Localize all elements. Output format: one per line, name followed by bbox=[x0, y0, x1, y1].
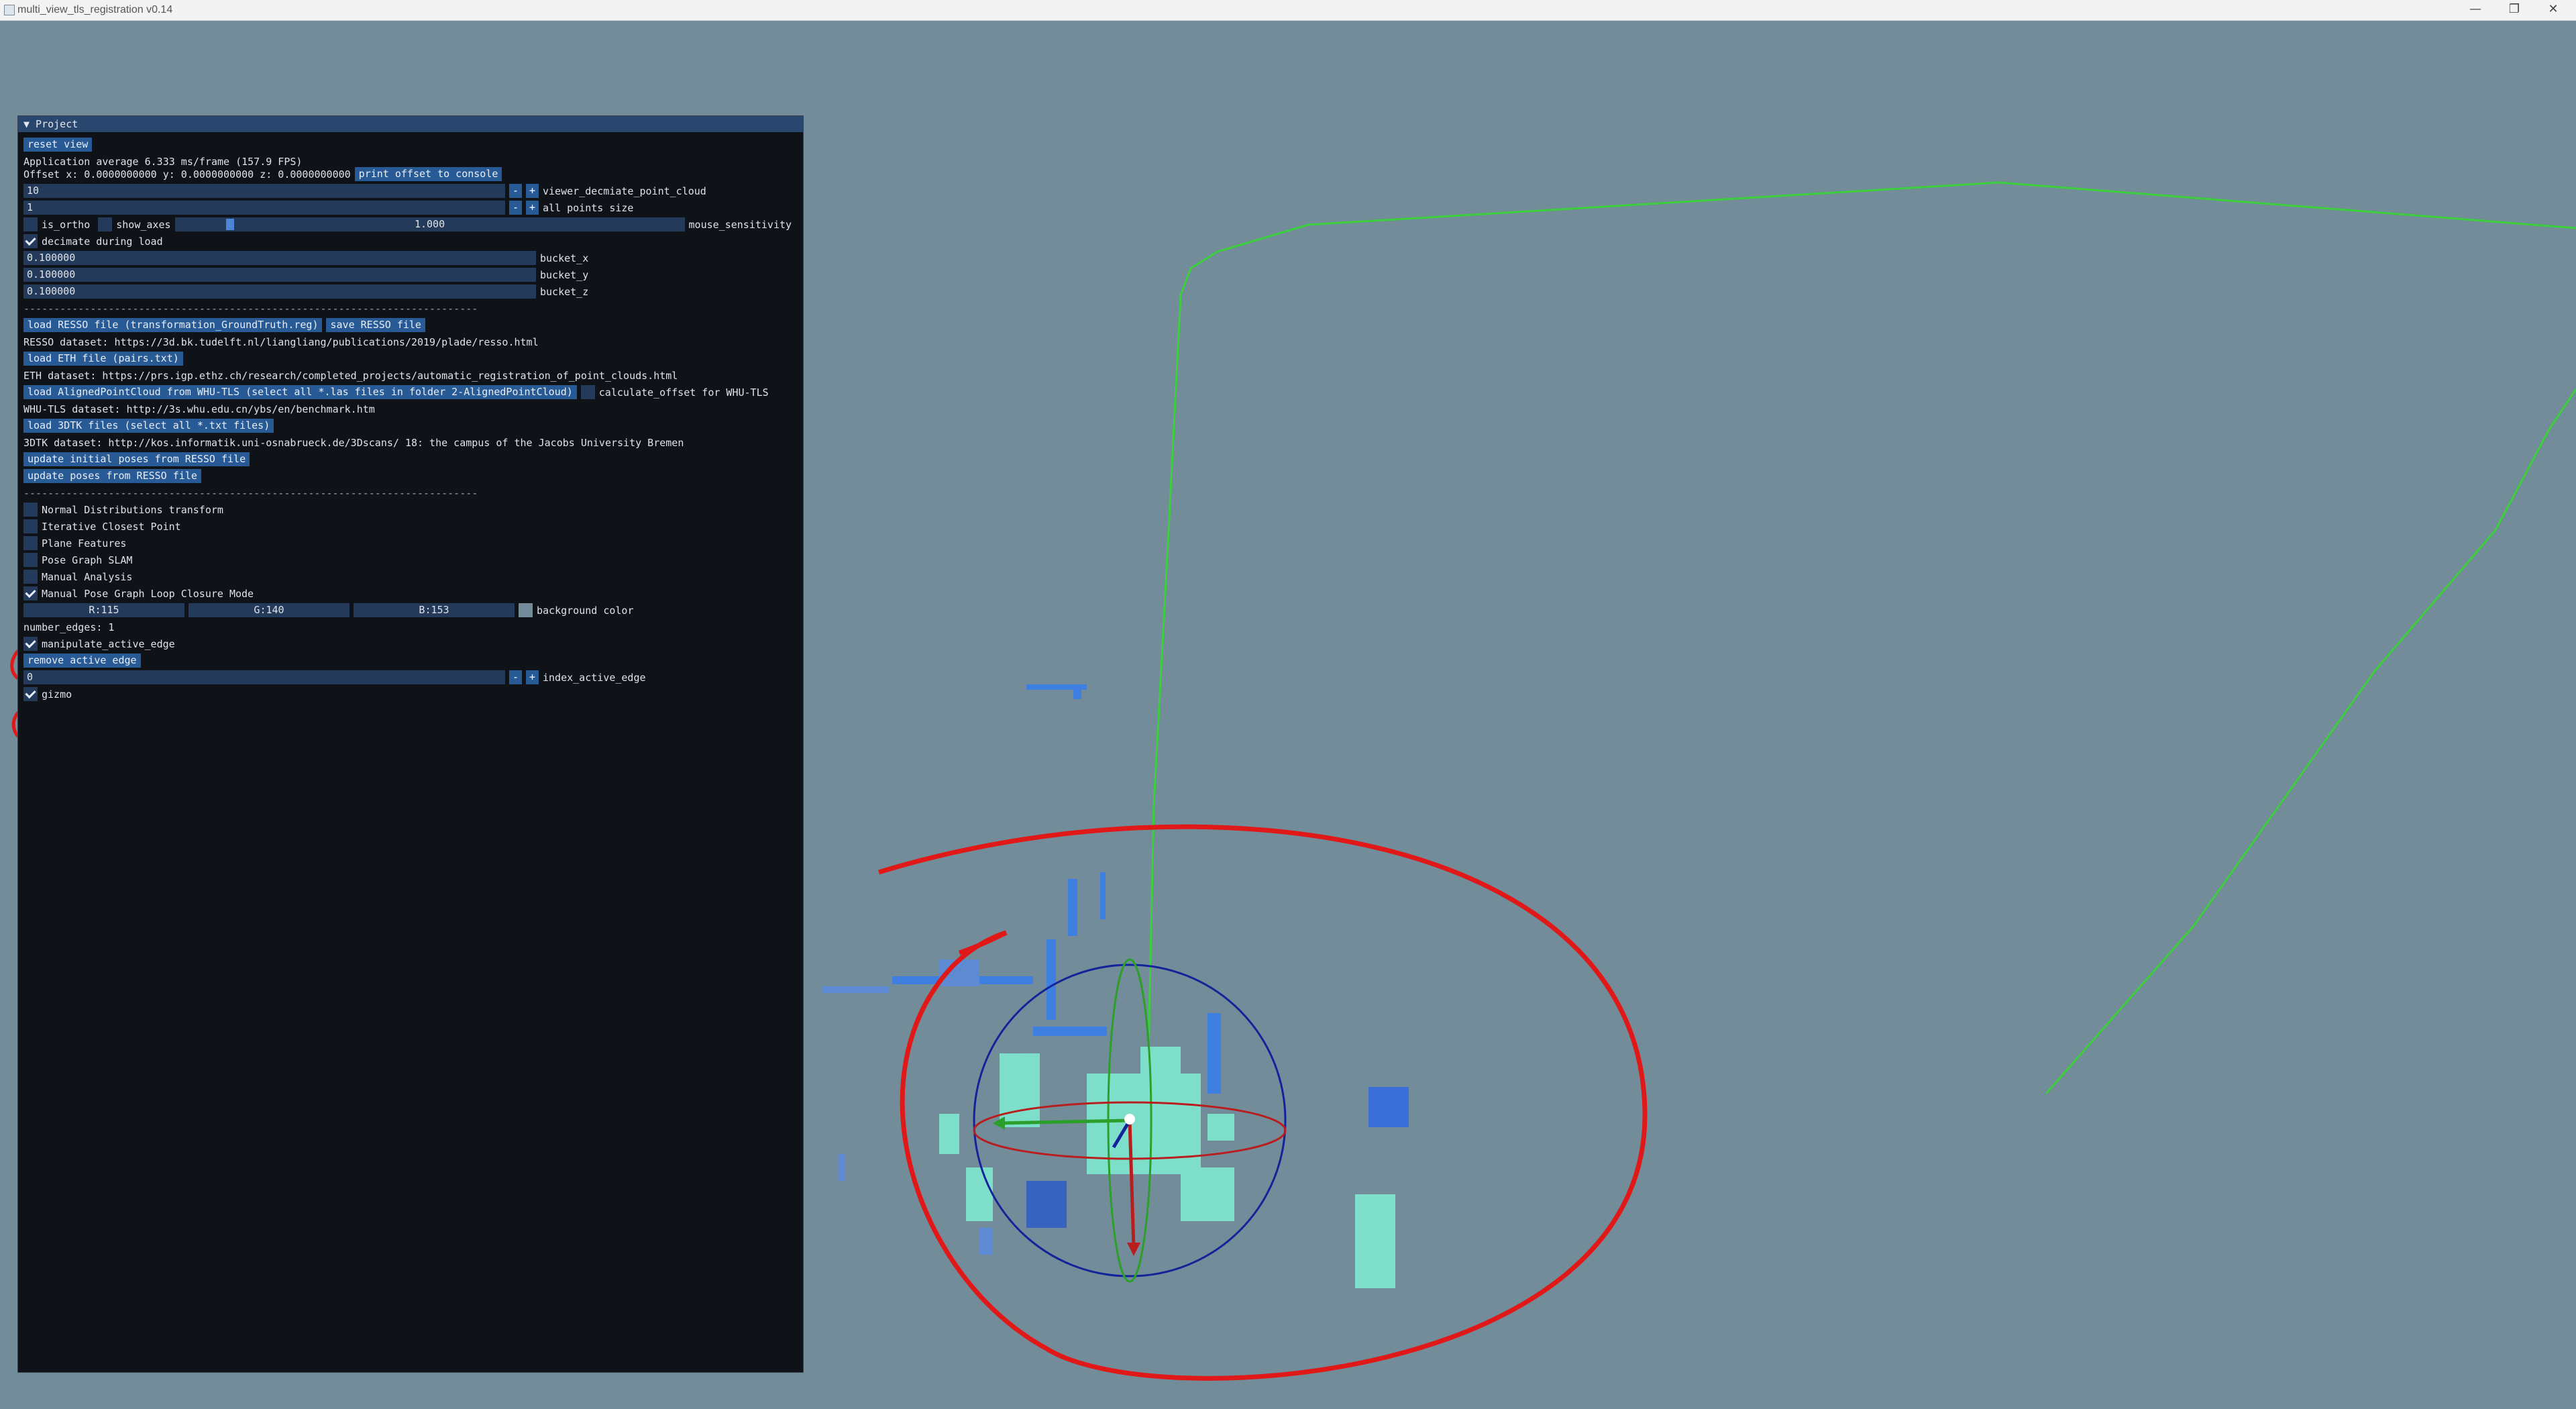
icp-label: Iterative Closest Point bbox=[42, 520, 181, 533]
update-poses-button[interactable]: update poses from RESSO file bbox=[23, 469, 201, 483]
manual-analysis-checkbox[interactable] bbox=[23, 570, 38, 584]
offset-text: Offset x: 0.0000000000 y: 0.0000000000 z… bbox=[23, 168, 351, 180]
bucket-z-label: bucket_z bbox=[540, 285, 589, 298]
manipulate-active-edge-label: manipulate_active_edge bbox=[42, 637, 175, 650]
points-size-label: all points size bbox=[543, 201, 634, 214]
decimate-input[interactable]: 10 bbox=[23, 184, 505, 198]
manual-pose-graph-label: Manual Pose Graph Loop Closure Mode bbox=[42, 587, 254, 600]
ndt-checkbox[interactable] bbox=[23, 503, 38, 517]
bg-blue-field[interactable]: B:153 bbox=[354, 603, 515, 617]
point-cloud-dense bbox=[939, 1047, 1395, 1288]
calc-offset-whu-checkbox[interactable] bbox=[580, 385, 595, 399]
is-ortho-checkbox[interactable] bbox=[23, 217, 38, 231]
3dtk-dataset-text: 3DTK dataset: http://kos.informatik.uni-… bbox=[23, 436, 684, 449]
points-size-plus-button[interactable]: + bbox=[526, 201, 539, 215]
mouse-sensitivity-value: 1.000 bbox=[414, 218, 445, 230]
bucket-y-label: bucket_y bbox=[540, 268, 589, 281]
fps-text: Application average 6.333 ms/frame (157.… bbox=[23, 155, 303, 168]
gizmo-label: gizmo bbox=[42, 688, 72, 700]
separator: ----------------------------------------… bbox=[23, 302, 478, 315]
plane-features-checkbox[interactable] bbox=[23, 536, 38, 550]
minimize-button[interactable]: — bbox=[2460, 0, 2491, 20]
manipulate-active-edge-checkbox[interactable] bbox=[23, 637, 38, 651]
points-size-input[interactable]: 1 bbox=[23, 201, 505, 215]
index-active-edge-label: index_active_edge bbox=[543, 671, 646, 684]
pose-graph-slam-label: Pose Graph SLAM bbox=[42, 554, 133, 566]
update-initial-poses-button[interactable]: update initial poses from RESSO file bbox=[23, 452, 250, 466]
mouse-sensitivity-slider[interactable]: 1.000 bbox=[174, 217, 685, 231]
panel-header[interactable]: ▼ Project bbox=[18, 116, 803, 132]
reset-view-button[interactable]: reset view bbox=[23, 138, 93, 152]
print-offset-button[interactable]: print offset to console bbox=[354, 167, 502, 181]
load-eth-button[interactable]: load ETH file (pairs.txt) bbox=[23, 352, 183, 366]
resso-dataset-text: RESSO dataset: https://3d.bk.tudelft.nl/… bbox=[23, 335, 539, 348]
show-axes-label: show_axes bbox=[116, 218, 171, 231]
remove-active-edge-button[interactable]: remove active edge bbox=[23, 654, 141, 668]
app-icon bbox=[4, 5, 15, 15]
bucket-y-input[interactable]: 0.100000 bbox=[23, 268, 536, 282]
decimate-plus-button[interactable]: + bbox=[526, 184, 539, 198]
project-panel: ▼ Project reset view Application average… bbox=[17, 115, 804, 1373]
index-minus-button[interactable]: - bbox=[509, 670, 522, 684]
plane-features-label: Plane Features bbox=[42, 537, 127, 550]
bg-red-field[interactable]: R:115 bbox=[23, 603, 184, 617]
show-axes-checkbox[interactable] bbox=[98, 217, 113, 231]
separator: ----------------------------------------… bbox=[23, 486, 478, 499]
eth-dataset-text: ETH dataset: https://prs.igp.ethz.ch/res… bbox=[23, 369, 678, 382]
index-plus-button[interactable]: + bbox=[526, 670, 539, 684]
window-title: multi_view_tls_registration v0.14 bbox=[17, 4, 173, 15]
bg-color-label: background color bbox=[537, 604, 634, 617]
decimate-during-load-label: decimate during load bbox=[42, 235, 163, 248]
bg-color-swatch[interactable] bbox=[519, 603, 533, 617]
index-active-edge-input[interactable]: 0 bbox=[23, 670, 505, 684]
save-resso-button[interactable]: save RESSO file bbox=[326, 318, 425, 332]
ndt-label: Normal Distributions transform bbox=[42, 503, 223, 516]
bucket-x-label: bucket_x bbox=[540, 252, 589, 264]
trajectory-line-right bbox=[2045, 388, 2576, 1094]
3d-viewport[interactable]: ▼ Project reset view Application average… bbox=[0, 20, 2576, 1409]
bucket-x-input[interactable]: 0.100000 bbox=[23, 251, 536, 265]
title-bar: multi_view_tls_registration v0.14 — ❐ ✕ bbox=[0, 0, 2576, 21]
load-3dtk-button[interactable]: load 3DTK files (select all *.txt files) bbox=[23, 419, 274, 433]
decimate-minus-button[interactable]: - bbox=[509, 184, 522, 198]
number-edges-text: number_edges: 1 bbox=[23, 621, 115, 633]
trajectory-line bbox=[1147, 181, 2576, 1054]
mouse-sensitivity-label: mouse_sensitivity bbox=[688, 218, 792, 231]
close-button[interactable]: ✕ bbox=[2538, 0, 2569, 20]
points-size-minus-button[interactable]: - bbox=[509, 201, 522, 215]
annotation-ellipse bbox=[877, 824, 1648, 1381]
restore-button[interactable]: ❐ bbox=[2499, 0, 2530, 20]
pose-graph-slam-checkbox[interactable] bbox=[23, 553, 38, 567]
load-resso-button[interactable]: load RESSO file (transformation_GroundTr… bbox=[23, 318, 323, 332]
manual-pose-graph-checkbox[interactable] bbox=[23, 586, 38, 601]
bucket-z-input[interactable]: 0.100000 bbox=[23, 284, 536, 299]
load-whu-button[interactable]: load AlignedPointCloud from WHU-TLS (sel… bbox=[23, 385, 577, 399]
icp-checkbox[interactable] bbox=[23, 519, 38, 533]
manual-analysis-label: Manual Analysis bbox=[42, 570, 133, 583]
decimate-during-load-checkbox[interactable] bbox=[23, 234, 38, 248]
bg-green-field[interactable]: G:140 bbox=[189, 603, 350, 617]
calc-offset-whu-label: calculate_offset for WHU-TLS bbox=[598, 386, 769, 399]
decimate-label: viewer_decmiate_point_cloud bbox=[543, 185, 706, 197]
gizmo-checkbox[interactable] bbox=[23, 687, 38, 701]
whu-dataset-text: WHU-TLS dataset: http://3s.whu.edu.cn/yb… bbox=[23, 403, 375, 415]
is-ortho-label: is_ortho bbox=[42, 218, 91, 231]
